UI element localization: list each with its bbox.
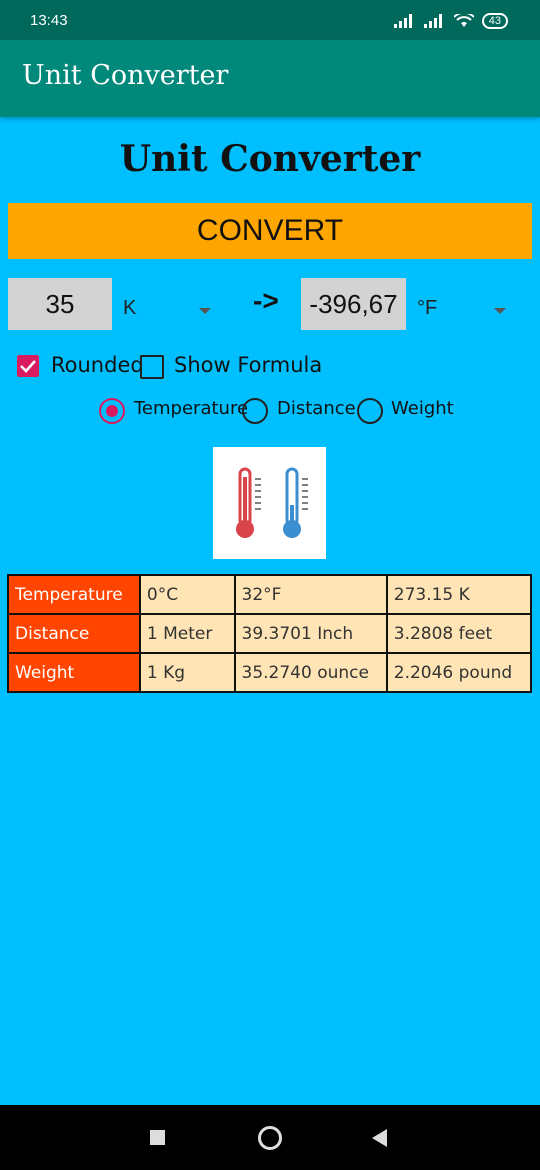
table-cell: 3.2808 feet	[385, 613, 533, 654]
show-formula-checkbox[interactable]	[140, 355, 164, 379]
input-value-field[interactable]: 35	[8, 278, 112, 330]
signal-icon-2	[423, 14, 442, 28]
convert-button[interactable]: CONVERT	[8, 203, 532, 259]
category-image	[213, 447, 326, 559]
rounded-checkbox[interactable]	[17, 355, 39, 377]
radio-temperature-label: Temperature	[134, 398, 249, 419]
table-cell: 1 Meter	[138, 613, 236, 654]
check-icon	[20, 360, 36, 373]
table-cell: 0°C	[138, 574, 236, 615]
reference-table: Temperature 0°C 32°F 273.15 K Distance 1…	[7, 574, 533, 693]
table-cell-header: Weight	[7, 652, 141, 693]
output-value-field: -396,67	[301, 278, 406, 330]
arrow-label: ->	[253, 285, 279, 316]
radio-dot	[106, 405, 118, 417]
radio-weight[interactable]	[357, 398, 383, 424]
page-title: Unit Converter	[119, 138, 421, 180]
radio-distance-label: Distance	[277, 398, 356, 419]
rounded-label: Rounded	[51, 353, 144, 377]
input-unit-dropdown[interactable]: K	[123, 297, 136, 320]
chevron-down-icon[interactable]	[199, 308, 211, 314]
table-row: Distance 1 Meter 39.3701 Inch 3.2808 fee…	[7, 613, 533, 654]
radio-distance[interactable]	[242, 398, 268, 424]
radio-weight-label: Weight	[391, 398, 454, 419]
table-cell: 273.15 K	[385, 574, 533, 615]
table-row: Temperature 0°C 32°F 273.15 K	[7, 574, 533, 615]
table-cell-header: Temperature	[7, 574, 141, 615]
table-cell: 35.2740 ounce	[233, 652, 388, 693]
home-button-icon[interactable]	[258, 1126, 282, 1150]
wifi-icon	[453, 14, 474, 27]
table-cell-header: Distance	[7, 613, 141, 654]
back-button-icon[interactable]	[372, 1129, 387, 1147]
table-row: Weight 1 Kg 35.2740 ounce 2.2046 pound	[7, 652, 533, 693]
chevron-down-icon[interactable]	[494, 308, 506, 314]
table-cell: 1 Kg	[138, 652, 236, 693]
recents-button-icon[interactable]	[150, 1130, 165, 1145]
radio-temperature[interactable]	[99, 398, 125, 424]
status-time: 13:43	[30, 12, 68, 29]
status-icons: 43	[393, 13, 508, 29]
battery-icon: 43	[481, 13, 508, 29]
table-cell: 39.3701 Inch	[233, 613, 388, 654]
app-bar-title: Unit Converter	[22, 60, 229, 91]
table-cell: 2.2046 pound	[385, 652, 533, 693]
status-bar: 13:43 43	[0, 0, 540, 40]
table-cell: 32°F	[233, 574, 388, 615]
app-bar: Unit Converter	[0, 40, 540, 117]
output-unit-dropdown[interactable]: °F	[417, 297, 437, 320]
thermometer-icon	[236, 467, 308, 538]
signal-icon	[393, 14, 412, 28]
show-formula-label: Show Formula	[174, 353, 323, 377]
